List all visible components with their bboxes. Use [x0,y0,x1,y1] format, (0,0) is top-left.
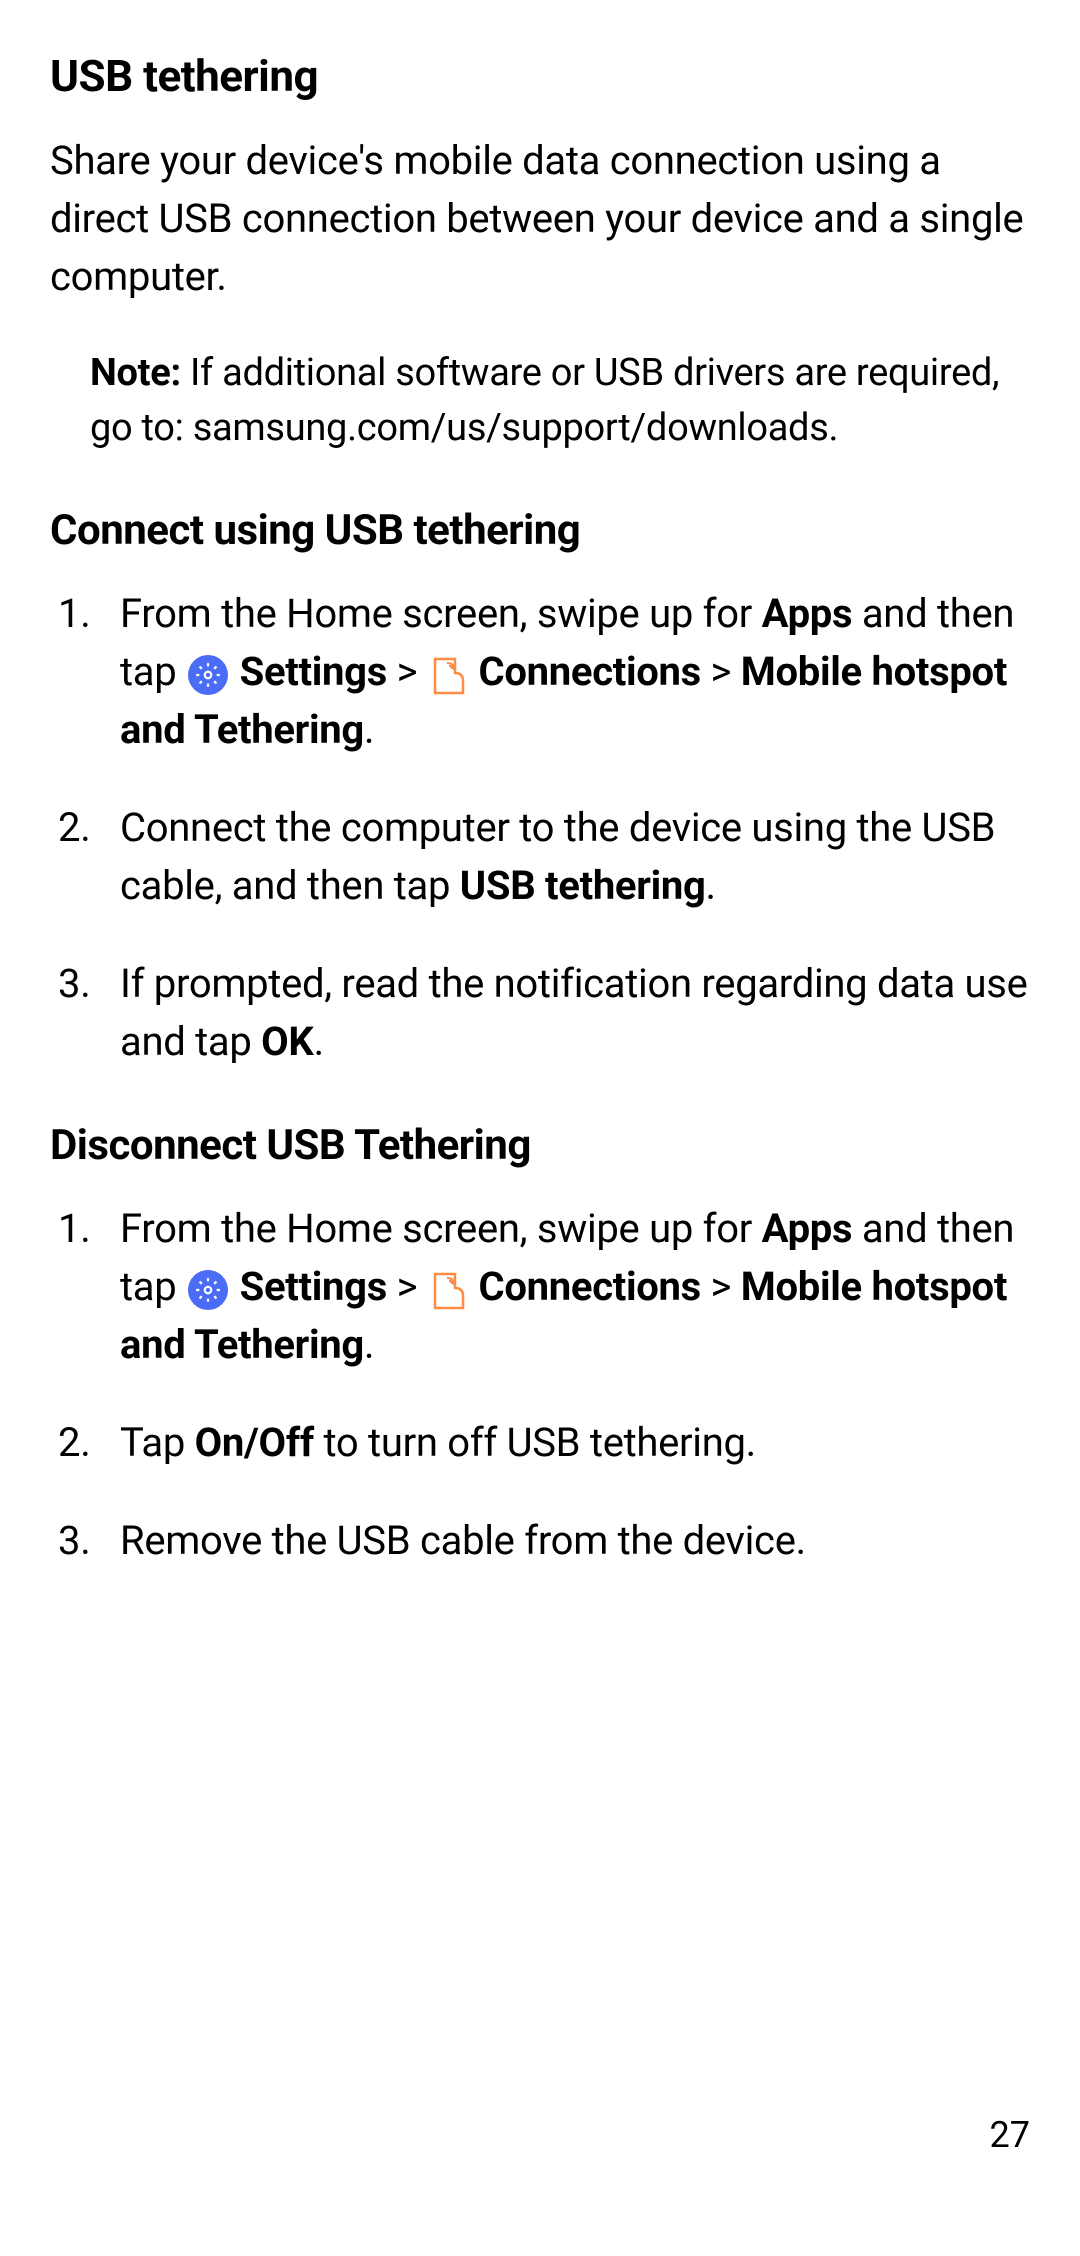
chevron-icon: > [387,648,427,695]
list-item: Remove the USB cable from the device. [50,1512,1030,1570]
step-text: to turn off USB tethering. [314,1419,756,1466]
step-text: From the Home screen, swipe up for [120,1205,762,1252]
chevron-icon: > [701,648,741,695]
connections-icon [429,653,467,697]
settings-icon [188,655,228,695]
step-text: . [706,862,716,909]
connect-heading: Connect using USB tethering [50,506,1030,555]
settings-label: Settings [230,1263,387,1310]
connections-label: Connections [469,648,701,695]
usb-tethering-label: USB tethering [460,862,706,909]
list-item: Connect the computer to the device using… [50,799,1030,915]
connect-steps-list: From the Home screen, swipe up for Apps … [50,585,1030,1071]
settings-label: Settings [230,648,387,695]
note-block: Note: If additional software or USB driv… [50,346,1030,456]
list-item: From the Home screen, swipe up for Apps … [50,585,1030,759]
settings-icon [188,1270,228,1310]
intro-paragraph: Share your device's mobile data connecti… [50,132,1030,306]
disconnect-heading: Disconnect USB Tethering [50,1121,1030,1170]
list-item: From the Home screen, swipe up for Apps … [50,1200,1030,1374]
note-text: If additional software or USB drivers ar… [90,351,999,450]
step-text: If prompted, read the notification regar… [120,960,1028,1065]
list-item: Tap On/Off to turn off USB tethering. [50,1414,1030,1472]
chevron-icon: > [701,1263,741,1310]
apps-label: Apps [762,1205,853,1252]
connections-label: Connections [469,1263,701,1310]
apps-label: Apps [762,590,853,637]
step-text: Remove the USB cable from the device. [120,1517,806,1564]
step-text: . [364,706,374,753]
step-text: From the Home screen, swipe up for [120,590,762,637]
page-number: 27 [990,2114,1030,2156]
step-text: . [364,1321,374,1368]
list-item: If prompted, read the notification regar… [50,955,1030,1071]
ok-label: OK [261,1018,313,1065]
chevron-icon: > [387,1263,427,1310]
connections-icon [429,1268,467,1312]
step-text: . [314,1018,324,1065]
step-text: Tap [120,1419,195,1466]
page-title: USB tethering [50,50,1030,102]
onoff-label: On/Off [195,1419,314,1466]
note-label: Note: [90,351,190,395]
disconnect-steps-list: From the Home screen, swipe up for Apps … [50,1200,1030,1570]
